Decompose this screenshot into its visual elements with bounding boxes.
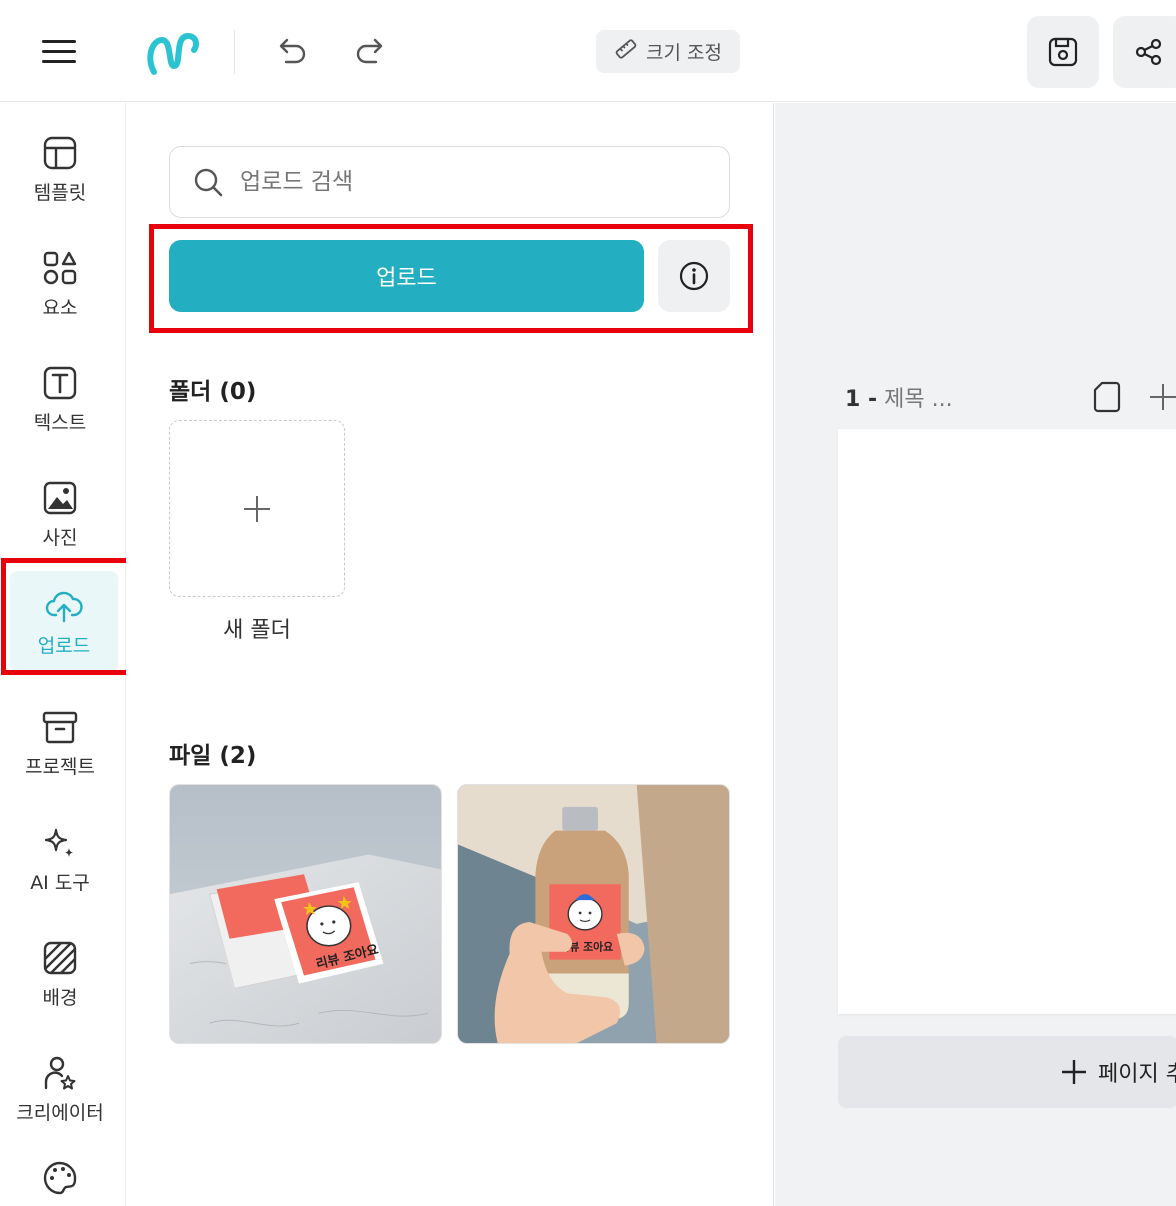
search-input[interactable] (240, 169, 680, 195)
sidebar-item-ai-tools[interactable]: AI 도구 (0, 809, 120, 909)
sidebar-item-label: 배경 (42, 986, 78, 1009)
share-icon (1135, 38, 1162, 66)
save-icon (1048, 37, 1078, 67)
sidebar-item-uploads[interactable]: 업로드 (10, 571, 118, 673)
sidebar-item-label: 업로드 (37, 634, 91, 657)
sidebar-item-label: 사진 (42, 526, 78, 549)
sidebar-item-photos[interactable]: 사진 (0, 464, 120, 564)
sidebar-item-background[interactable]: 배경 (0, 924, 120, 1024)
text-icon (43, 366, 77, 399)
save-button[interactable] (1027, 16, 1099, 88)
sparkle-icon (44, 828, 73, 857)
info-icon (679, 261, 709, 291)
upload-cloud-icon (45, 591, 83, 622)
search-field[interactable] (169, 146, 730, 218)
page-number: 1 - (845, 387, 878, 412)
toolbar-divider (234, 30, 235, 74)
files-title: 파일 (2) (169, 743, 257, 769)
sidebar-rail: 템플릿 요소 텍스트 사진 업로드 프로젝트 AI 도구 배경 크리에이터 (0, 103, 126, 1206)
upload-button[interactable]: 업로드 (169, 240, 644, 312)
file-thumbnail[interactable]: 리뷰 조아요 (169, 784, 442, 1044)
sidebar-item-label: 요소 (42, 296, 78, 319)
file-thumbnail[interactable]: 리뷰 조아요 (457, 784, 730, 1044)
menu-icon[interactable] (42, 38, 78, 66)
template-icon (43, 136, 77, 169)
redo-icon[interactable] (352, 34, 388, 70)
new-folder-label: 새 폴더 (223, 618, 291, 643)
duplicate-page-icon[interactable] (1092, 380, 1122, 414)
background-icon (43, 941, 77, 974)
resize-button[interactable]: 크기 조정 (596, 30, 740, 73)
folders-title: 폴더 (0) (169, 379, 257, 405)
app-logo[interactable] (144, 28, 202, 78)
design-page[interactable] (838, 429, 1176, 1014)
palette-icon (43, 1161, 77, 1195)
creator-icon (44, 1056, 76, 1089)
top-toolbar: 크기 조정 (0, 0, 1176, 102)
add-page-label: 페이지 추 (1098, 1062, 1176, 1087)
undo-icon[interactable] (274, 34, 310, 70)
page-title[interactable]: 제목 ... (884, 387, 952, 412)
plus-icon (244, 495, 270, 522)
sidebar-item-palette[interactable] (0, 1143, 120, 1206)
plus-icon (1062, 1060, 1086, 1084)
ruler-icon (614, 37, 638, 66)
bottle-sticker-image: 리뷰 조아요 (458, 785, 729, 1043)
sidebar-item-label: 프로젝트 (25, 755, 95, 778)
add-page-button[interactable]: 페이지 추 (838, 1036, 1176, 1108)
new-folder-button[interactable] (169, 420, 345, 597)
elements-icon (43, 251, 77, 284)
sidebar-item-label: 텍스트 (33, 411, 87, 434)
photo-icon (43, 481, 77, 514)
resize-label: 크기 조정 (646, 42, 722, 64)
add-page-icon[interactable] (1148, 382, 1176, 412)
info-button[interactable] (658, 240, 730, 312)
sidebar-item-label: 크리에이터 (16, 1101, 104, 1124)
sidebar-item-projects[interactable]: 프로젝트 (0, 693, 120, 793)
sidebar-item-label: 템플릿 (33, 181, 87, 204)
sidebar-item-templates[interactable]: 템플릿 (0, 119, 120, 219)
page-header: 1 - 제목 ... (845, 381, 953, 413)
share-button[interactable] (1113, 16, 1176, 88)
archive-icon (42, 711, 78, 743)
sidebar-item-creator[interactable]: 크리에이터 (0, 1039, 120, 1139)
sticker-cards-image: 리뷰 조아요 (170, 785, 441, 1043)
search-icon (194, 168, 223, 197)
sidebar-item-elements[interactable]: 요소 (0, 234, 120, 334)
sidebar-item-label: AI 도구 (30, 871, 90, 894)
sidebar-item-text[interactable]: 텍스트 (0, 349, 120, 449)
